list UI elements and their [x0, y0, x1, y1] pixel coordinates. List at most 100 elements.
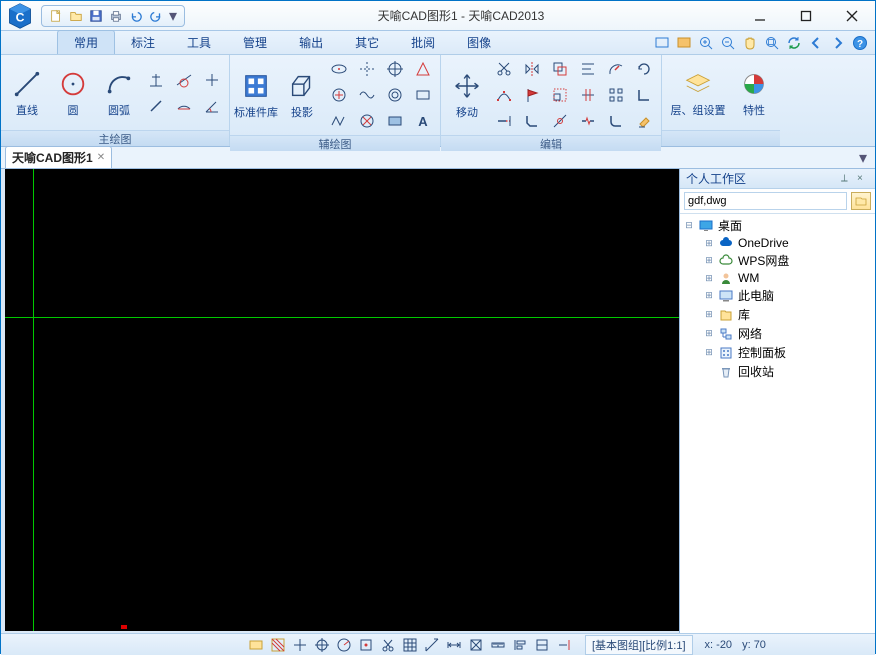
tree-expand-icon[interactable]: ⊞ [704, 238, 714, 249]
rect-fill-icon[interactable] [382, 109, 408, 133]
nav-back-icon[interactable] [807, 34, 825, 52]
fillet-icon[interactable] [603, 109, 629, 133]
screen-rect-icon[interactable] [653, 34, 671, 52]
tree-expand-icon[interactable]: ⊞ [704, 328, 714, 339]
status-layer-icon[interactable] [247, 636, 265, 654]
tree-item-computer[interactable]: ⊞此电脑 [700, 286, 875, 305]
side-panel-pin-icon[interactable]: ⟂ [841, 173, 853, 184]
zoom-out-icon[interactable] [719, 34, 737, 52]
qat-new-icon[interactable] [48, 8, 64, 24]
document-tab[interactable]: 天喻CAD图形1 ✕ [5, 146, 112, 168]
rotate-icon[interactable] [631, 57, 657, 81]
move-button[interactable]: 移动 [445, 68, 489, 122]
snap-point-icon[interactable] [547, 109, 573, 133]
cross-circle-icon[interactable] [354, 109, 380, 133]
properties-button[interactable]: 特性 [732, 66, 776, 120]
status-polar-icon[interactable] [335, 636, 353, 654]
tab-output[interactable]: 输出 [283, 31, 339, 54]
target-circle-icon[interactable] [382, 57, 408, 81]
break-icon[interactable] [575, 109, 601, 133]
app-menu-button[interactable]: C [1, 1, 39, 31]
qat-customize-dropdown[interactable]: ▾ [168, 8, 178, 24]
trim-icon[interactable] [575, 83, 601, 107]
status-hatch-icon[interactable] [269, 636, 287, 654]
perp-line-icon[interactable] [143, 68, 169, 92]
arc-button[interactable]: 圆弧 [97, 66, 141, 120]
qat-undo-icon[interactable] [128, 8, 144, 24]
circle-button[interactable]: 圆 [51, 66, 95, 120]
refresh-icon[interactable] [785, 34, 803, 52]
node-edit-icon[interactable] [491, 83, 517, 107]
status-ortho-icon[interactable] [291, 636, 309, 654]
ellipse-icon[interactable] [326, 57, 352, 81]
mirror-h-icon[interactable] [519, 57, 545, 81]
tree-item-onedrive[interactable]: ⊞OneDrive [700, 235, 875, 251]
zigzag-icon[interactable] [326, 109, 352, 133]
minimize-button[interactable] [737, 2, 783, 30]
tab-manage[interactable]: 管理 [227, 31, 283, 54]
status-dim-icon[interactable] [445, 636, 463, 654]
nav-forward-icon[interactable] [829, 34, 847, 52]
tree-item-wps[interactable]: ⊞WPS网盘 [700, 251, 875, 270]
array-icon[interactable] [603, 83, 629, 107]
ortho-line-icon[interactable] [199, 68, 225, 92]
ortho-dash-icon[interactable] [354, 57, 380, 81]
screen-fill-icon[interactable] [675, 34, 693, 52]
tab-tools[interactable]: 工具 [171, 31, 227, 54]
tree-item-user[interactable]: ⊞WM [700, 270, 875, 286]
tab-review[interactable]: 批阅 [395, 31, 451, 54]
tree-item-recycle-bin[interactable]: 回收站 [700, 362, 875, 381]
projection-button[interactable]: 投影 [280, 68, 324, 122]
chamfer-icon[interactable] [519, 109, 545, 133]
document-tabs-dropdown[interactable]: ▾ [851, 148, 875, 168]
status-cut-icon[interactable] [379, 636, 397, 654]
qat-redo-icon[interactable] [148, 8, 164, 24]
flag-icon[interactable] [519, 83, 545, 107]
layer-settings-button[interactable]: 层、组设置 [666, 66, 730, 120]
scale-hv-icon[interactable] [547, 83, 573, 107]
document-tab-close-icon[interactable]: ✕ [97, 152, 105, 163]
side-search-input[interactable] [684, 192, 847, 210]
tree-expand-icon[interactable]: ⊞ [704, 309, 714, 320]
qat-print-icon[interactable] [108, 8, 124, 24]
tree-expand-icon[interactable]: ⊞ [704, 347, 714, 358]
tree-item-libraries[interactable]: ⊞库 [700, 305, 875, 324]
zoom-in-icon[interactable] [697, 34, 715, 52]
status-snap-icon[interactable] [313, 636, 331, 654]
tree-collapse-icon[interactable]: ⊟ [684, 220, 694, 231]
line-button[interactable]: 直线 [5, 66, 49, 120]
scissors-icon[interactable] [491, 57, 517, 81]
qat-open-icon[interactable] [68, 8, 84, 24]
tree-expand-icon[interactable]: ⊞ [704, 255, 714, 266]
tree-item-control-panel[interactable]: ⊞控制面板 [700, 343, 875, 362]
tab-other[interactable]: 其它 [339, 31, 395, 54]
status-block-icon[interactable] [533, 636, 551, 654]
plus-circle-icon[interactable] [326, 83, 352, 107]
side-panel-close-icon[interactable]: × [857, 173, 869, 184]
status-ruler-icon[interactable] [489, 636, 507, 654]
status-osnap-icon[interactable] [357, 636, 375, 654]
corner-icon[interactable] [631, 83, 657, 107]
ring-icon[interactable] [382, 83, 408, 107]
pan-hand-icon[interactable] [741, 34, 759, 52]
offset-rect-icon[interactable] [547, 57, 573, 81]
chord-icon[interactable] [171, 94, 197, 118]
side-search-go-button[interactable] [851, 192, 871, 210]
help-icon[interactable]: ? [851, 34, 869, 52]
status-wire-icon[interactable] [467, 636, 485, 654]
tangent-line-icon[interactable] [171, 68, 197, 92]
qat-save-icon[interactable] [88, 8, 104, 24]
tab-annotate[interactable]: 标注 [115, 31, 171, 54]
tab-common[interactable]: 常用 [57, 30, 115, 54]
tab-image[interactable]: 图像 [451, 31, 507, 54]
tree-root-desktop[interactable]: ⊟ 桌面 [680, 216, 875, 235]
arc-cut-icon[interactable] [603, 57, 629, 81]
zoom-window-icon[interactable] [763, 34, 781, 52]
angle-line-icon[interactable] [199, 94, 225, 118]
tree-item-network[interactable]: ⊞网络 [700, 324, 875, 343]
text-a-icon[interactable]: A [410, 109, 436, 133]
status-end-icon[interactable] [555, 636, 573, 654]
extend-icon[interactable] [491, 109, 517, 133]
status-grid-icon[interactable] [401, 636, 419, 654]
wave-icon[interactable] [354, 83, 380, 107]
